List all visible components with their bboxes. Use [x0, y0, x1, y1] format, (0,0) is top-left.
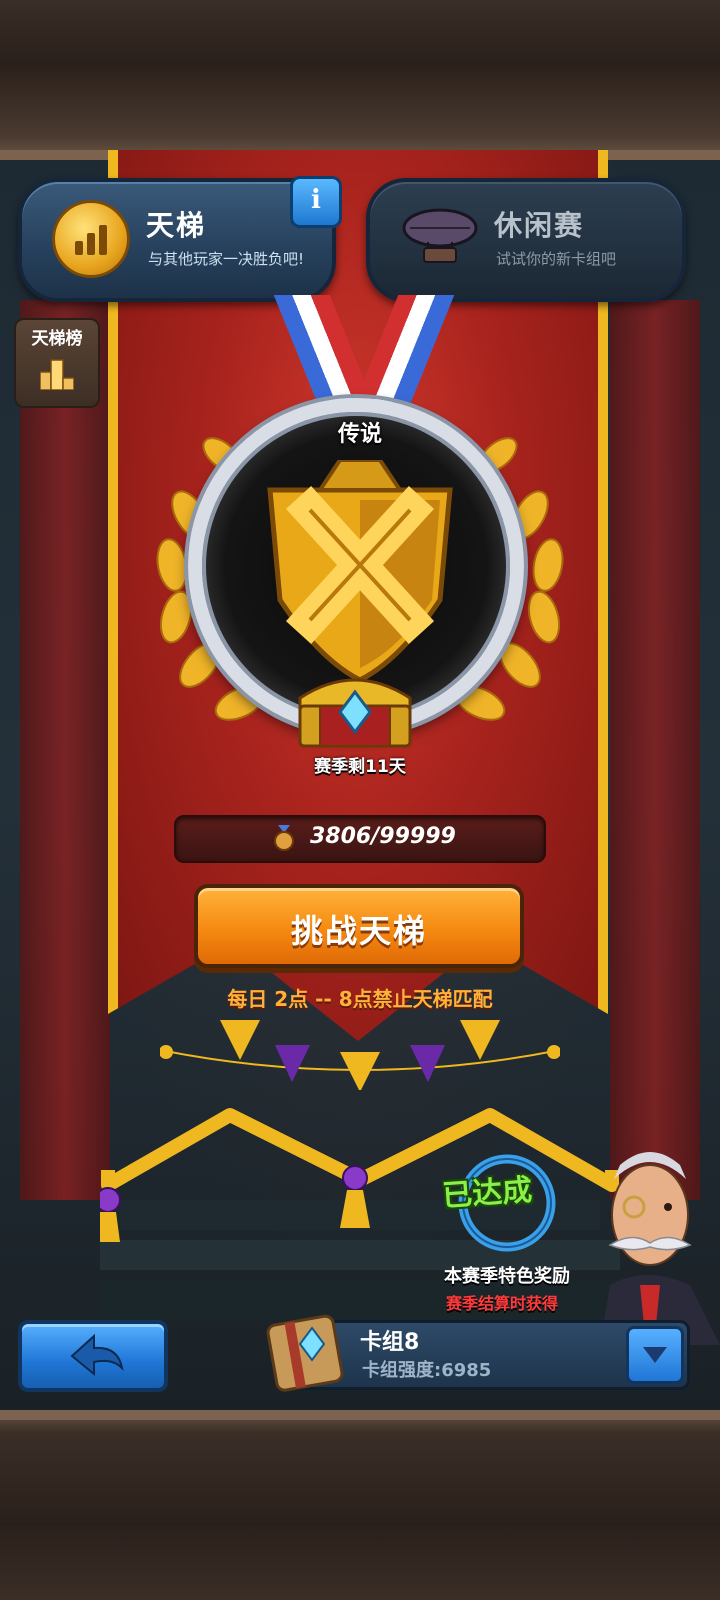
casual-mode-subtitle: 试试你的新卡组吧	[496, 250, 617, 268]
ladder-info-button[interactable]: i	[290, 176, 342, 228]
back-button[interactable]	[18, 1320, 168, 1392]
deck-dropdown-button[interactable]	[626, 1326, 684, 1384]
mustache-npc-portrait	[600, 1152, 720, 1345]
ladder-medal-icon	[52, 200, 130, 278]
matchmaking-ban-note: 每日 2点 -- 8点禁止天梯匹配	[227, 987, 493, 1011]
rank-name: 传说	[337, 422, 382, 447]
ladder-points-bar: 3806/99999	[174, 815, 546, 863]
rank-chest-icon	[298, 678, 412, 748]
challenge-ladder-label: 挑战天梯	[290, 912, 427, 950]
deck-name: 卡组8	[360, 1330, 420, 1355]
deck-strength: 卡组强度:6985	[362, 1360, 492, 1381]
leaderboard-label: 天梯榜	[31, 329, 83, 349]
season-reward-title: 本赛季特色奖励	[444, 1266, 570, 1287]
top-wood-frame	[0, 0, 720, 160]
bottom-wood-frame	[0, 1410, 720, 1600]
ladder-mode-title: 天梯	[146, 209, 207, 242]
points-medal-icon	[274, 825, 294, 851]
legend-shield-icon	[267, 460, 453, 683]
chevron-down-icon	[643, 1347, 667, 1363]
challenge-ladder-button[interactable]: 挑战天梯	[194, 884, 524, 968]
ladder-mode-subtitle: 与其他玩家一决胜负吧!	[148, 250, 305, 268]
casual-mode-card[interactable]: 休闲赛 试试你的新卡组吧	[366, 178, 686, 302]
leaderboard-button[interactable]: 天梯榜	[14, 318, 100, 408]
season-reward-subtitle: 赛季结算时获得	[446, 1294, 559, 1313]
podium-icon	[40, 359, 74, 390]
ladder-points-text: 3806/99999	[310, 824, 456, 849]
back-arrow-icon	[70, 1333, 124, 1377]
airship-icon	[402, 208, 478, 263]
reward-achieved-badge: 已达成	[441, 1172, 534, 1215]
bunting-flags	[160, 1020, 560, 1090]
casual-mode-title: 休闲赛	[494, 209, 585, 242]
deck-book-icon	[266, 1314, 344, 1392]
ladder-mode-card[interactable]: 天梯 与其他玩家一决胜负吧!	[18, 178, 336, 302]
season-remaining-text: 赛季剩11天	[314, 757, 406, 777]
